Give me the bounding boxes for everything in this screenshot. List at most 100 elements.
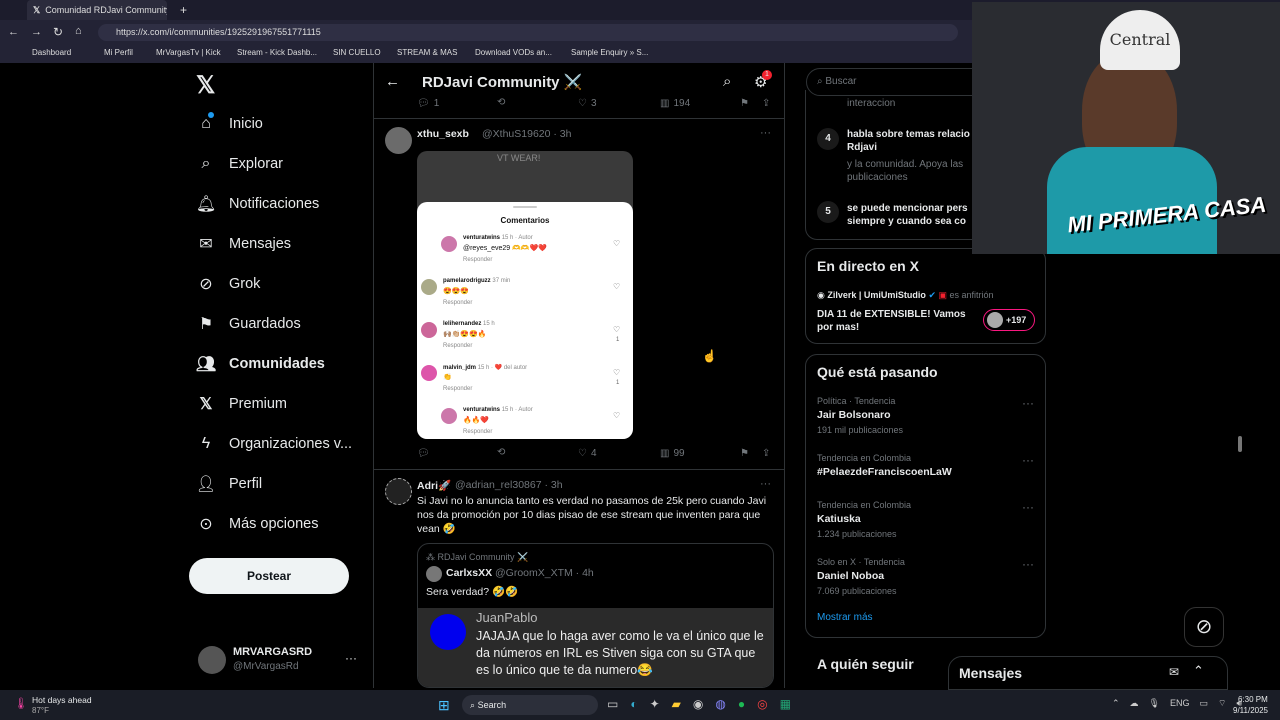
show-more-link[interactable]: Mostrar más (817, 612, 873, 623)
new-tab-button[interactable]: + (180, 3, 187, 17)
sidebar-item-inicio[interactable]: ⌂ Inicio (197, 112, 263, 136)
reply-icon[interactable]: 💬︎ (417, 448, 430, 459)
bookmark-item[interactable]: Sample Enquiry » S... (571, 48, 648, 57)
edge-icon[interactable]: ◐ (630, 697, 637, 711)
sidebar-item-notificaciones[interactable]: 🔔︎ Notificaciones (196, 192, 320, 216)
trend-more-icon[interactable]: ··· (1022, 500, 1034, 514)
sidebar-item-mas-opciones[interactable]: ⊙ Más opciones (197, 512, 318, 536)
views-stat[interactable]: ▥ 194 (660, 98, 690, 109)
x-logo-icon[interactable]: 𝕏 (196, 71, 215, 100)
spotify-icon[interactable]: ● (738, 697, 745, 711)
trend-posts: 1.234 publicaciones (817, 529, 897, 539)
repost-icon[interactable]: ⟲ (497, 447, 505, 458)
forward-icon[interactable]: → (31, 26, 42, 38)
weather-icon[interactable]: 🌡︎ (14, 697, 28, 710)
sidebar-item-mensajes[interactable]: ✉ Mensajes (197, 232, 291, 256)
listener-count[interactable]: +197 (983, 309, 1035, 331)
language-indicator[interactable]: ENG (1170, 698, 1190, 709)
comment-row: venturatwins 15 h · Autor @reyes_eve29 🫶🫶… (417, 233, 633, 276)
sidebar-item-grok[interactable]: ⊘ Grok (197, 272, 260, 296)
avatar[interactable] (385, 478, 412, 505)
sidebar-label: Notificaciones (229, 196, 320, 212)
chrome-icon[interactable]: ◉ (693, 697, 703, 711)
messages-drawer[interactable]: Mensajes ✉ ⌃ (948, 656, 1228, 690)
post-more-icon[interactable]: ··· (760, 478, 771, 490)
bookmark-item[interactable]: Mi Perfil (104, 48, 133, 57)
quote-author-name: CarlxsXX (446, 567, 493, 579)
avatar[interactable] (198, 646, 226, 674)
reply-stat[interactable]: 💬︎ 1 (417, 98, 439, 109)
back-arrow-icon[interactable]: ← (385, 73, 400, 90)
browser-tab[interactable]: 𝕏 Comunidad RDJavi Community ✕ (27, 0, 167, 20)
bookmark-item[interactable]: Stream - Kick Dashb... (237, 48, 317, 57)
excel-icon[interactable]: ▦ (780, 697, 791, 711)
like-stat[interactable]: ♡ 3 (578, 98, 597, 109)
trend-more-icon[interactable]: ··· (1022, 557, 1034, 571)
views-stat[interactable]: ▥ 99 (660, 448, 685, 459)
explorer-icon[interactable]: ▰ (672, 697, 681, 711)
sidebar-item-organizaciones[interactable]: ϟ Organizaciones v... (197, 432, 352, 456)
avatar[interactable] (385, 127, 412, 154)
new-message-icon[interactable]: ✉ (1169, 665, 1179, 679)
taskbar-search[interactable]: ⌕ Search (462, 695, 598, 715)
display-icon[interactable]: ▭ (1200, 698, 1209, 709)
views-count: 99 (673, 448, 685, 459)
trend-item[interactable]: Solo en X · Tendencia Daniel Noboa 7.069 p… (805, 555, 1046, 605)
task-view-icon[interactable]: ▭ (607, 697, 618, 711)
windows-start-icon[interactable]: ⊞ (438, 697, 450, 714)
wifi-icon[interactable]: ⌔ (1218, 698, 1226, 709)
bookmark-item[interactable]: MrVargasTv | Kick (156, 48, 221, 57)
search-placeholder: Buscar (825, 76, 857, 87)
clock-time[interactable]: 6:30 PM (1238, 695, 1268, 704)
heart-icon: ♡ (578, 98, 587, 109)
trend-more-icon[interactable]: ··· (1022, 396, 1034, 410)
bookmark-icon[interactable]: ⚑ (740, 448, 749, 459)
url-input[interactable]: https://x.com/i/communities/192529196755… (98, 24, 958, 41)
post-author-name: xthu_sexb (417, 128, 469, 140)
trend-more-icon[interactable]: ··· (1022, 453, 1034, 467)
account-more-icon[interactable]: ··· (345, 651, 357, 665)
post-more-icon[interactable]: ··· (760, 127, 771, 139)
tray-icons[interactable]: ⌃ ☁ 🎙︎ ENG ▭ ⌔ 🔊︎ (1112, 698, 1242, 709)
trend-item[interactable]: Tendencia en Colombia #PelaezdeFranciscoe… (805, 451, 1046, 501)
quoted-post[interactable]: ⁂ RDJavi Community ⚔️ CarlxsXX @GroomX_X… (417, 543, 774, 688)
share-icon[interactable]: ⇪ (762, 98, 770, 109)
reply-count: 1 (433, 98, 440, 109)
like-stat[interactable]: ♡ 4 (578, 448, 597, 459)
reload-icon[interactable]: ↻ (53, 25, 63, 39)
repost-icon[interactable]: ⟲ (497, 97, 505, 108)
chevron-up-icon[interactable]: ⌃ (1112, 698, 1120, 709)
grok-floating-button[interactable]: ⊘ (1184, 607, 1224, 647)
bookmark-item[interactable]: SIN CUELLO (333, 48, 381, 57)
search-icon[interactable]: ⌕ (723, 73, 731, 90)
expand-icon[interactable]: ⌃ (1193, 663, 1204, 679)
comment-row: venturatwins 15 h · Autor 🔥🔥❤️ Responder ♡ (417, 405, 633, 439)
share-icon[interactable]: ⇪ (762, 448, 770, 459)
scrollbar[interactable] (1238, 436, 1242, 452)
clock-date[interactable]: 9/11/2025 (1233, 706, 1268, 715)
bookmark-item[interactable]: Dashboard (32, 48, 71, 57)
discord-icon[interactable]: ◍ (715, 697, 725, 711)
mic-icon[interactable]: 🎙︎ (1149, 698, 1160, 709)
sidebar-item-explorar[interactable]: ⌕ Explorar (197, 152, 283, 176)
bookmark-icon[interactable]: ⚑ (740, 98, 749, 109)
bookmark-item[interactable]: STREAM & MAS (397, 48, 457, 57)
copilot-icon[interactable]: ✦ (650, 697, 660, 711)
home-icon[interactable]: ⌂ (75, 25, 82, 37)
sidebar-label: Premium (229, 396, 288, 412)
bookmark-item[interactable]: Download VODs an... (475, 48, 552, 57)
trend-item[interactable]: Tendencia en Colombia Katiuska 1.234 publi… (805, 498, 1046, 548)
cloud-icon[interactable]: ☁ (1130, 698, 1139, 709)
sidebar-item-premium[interactable]: 𝕏 Premium (197, 392, 287, 416)
avatar (421, 365, 437, 381)
sidebar-item-perfil[interactable]: 👤︎ Perfil (196, 472, 262, 496)
obs-icon[interactable]: ◎ (757, 697, 767, 711)
comment-meta: 15 h (483, 321, 495, 327)
envelope-icon: ✉ (199, 236, 213, 253)
post-button[interactable]: Postear (189, 558, 349, 594)
sidebar-item-guardados[interactable]: ⚑ Guardados (197, 312, 301, 336)
trend-item[interactable]: Política · Tendencia Jair Bolsonaro 191 mi… (805, 394, 1046, 444)
sidebar-item-comunidades[interactable]: 👥︎ Comunidades (196, 352, 325, 376)
back-icon[interactable]: ← (8, 26, 19, 38)
heart-icon: ♡ (613, 411, 621, 420)
